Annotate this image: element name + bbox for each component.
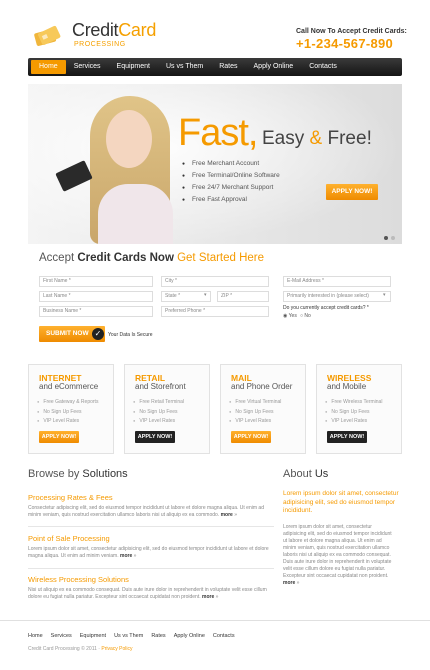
first-name-field[interactable]: First Name * <box>39 276 153 287</box>
service-box-mail: MAIL and Phone Order Free Virtual Termin… <box>220 364 306 454</box>
box-feature: Free Virtual Terminal <box>229 397 281 407</box>
hero-feature: Free 24/7 Merchant Support <box>182 182 280 194</box>
box-feature-list: Free Gateway & Reports No Sign Up Fees V… <box>37 397 98 426</box>
divider <box>28 526 274 527</box>
retail-apply-button[interactable]: APPLY NOW! <box>135 431 175 443</box>
form-title: Accept Credit Cards Now Get Started Here <box>39 252 265 264</box>
box-feature: VIP Level Rates <box>229 416 281 426</box>
solution-title-wireless[interactable]: Wireless Processing Solutions <box>28 575 129 584</box>
box-feature: No Sign Up Fees <box>37 407 98 417</box>
box-feature: VIP Level Rates <box>325 416 382 426</box>
footer-link-apply-online[interactable]: Apply Online <box>174 633 205 639</box>
more-link[interactable]: more <box>202 594 214 600</box>
footer-link-services[interactable]: Services <box>51 633 72 639</box>
box-feature-list: Free Virtual Terminal No Sign Up Fees VI… <box>229 397 281 426</box>
hero-feature: Free Terminal/Online Software <box>182 170 280 182</box>
copyright: Credit Card Processing © 2011 · Privacy … <box>28 646 133 652</box>
hero-photo-face <box>106 110 152 168</box>
hero-headline-fast: Fast, <box>178 112 258 154</box>
hero-feature: Free Merchant Account <box>182 158 280 170</box>
interest-select[interactable]: Primarily interested in (please select) <box>283 291 391 302</box>
zip-field[interactable]: ZIP * <box>217 291 269 302</box>
nav-us-vs-them[interactable]: Us vs Them <box>158 60 211 74</box>
box-feature: No Sign Up Fees <box>325 407 382 417</box>
chevron-down-icon: ▾ <box>383 292 386 298</box>
hero-photo-body <box>98 184 173 244</box>
footer-link-contacts[interactable]: Contacts <box>213 633 235 639</box>
service-box-retail: RETAIL and Storefront Free Retail Termin… <box>124 364 210 454</box>
nav-rates[interactable]: Rates <box>211 60 245 74</box>
nav-contacts[interactable]: Contacts <box>301 60 345 74</box>
box-feature: VIP Level Rates <box>37 416 98 426</box>
nav-equipment[interactable]: Equipment <box>109 60 158 74</box>
solution-text: Nisi ut aliquip ex ea commodo consequat.… <box>28 587 267 600</box>
more-link[interactable]: more <box>221 512 233 518</box>
service-box-wireless: WIRELESS and Mobile Free Wireless Termin… <box>316 364 402 454</box>
footer-link-rates[interactable]: Rates <box>151 633 165 639</box>
box-feature-list: Free Wireless Terminal No Sign Up Fees V… <box>325 397 382 426</box>
last-name-field[interactable]: Last Name * <box>39 291 153 302</box>
logo-title[interactable]: CreditCard <box>72 20 156 41</box>
service-box-internet: INTERNET and eCommerce Free Gateway & Re… <box>28 364 114 454</box>
internet-apply-button[interactable]: APPLY NOW! <box>39 431 79 443</box>
radio-yes[interactable]: ◉ Yes <box>283 313 297 319</box>
box-feature: No Sign Up Fees <box>133 407 184 417</box>
footer-link-home[interactable]: Home <box>28 633 43 639</box>
nav-apply-online[interactable]: Apply Online <box>246 60 302 74</box>
about-text: Lorem ipsum dolor sit amet, consectetur … <box>283 524 392 586</box>
hero-apply-button[interactable]: APPLY NOW! <box>326 184 378 200</box>
secure-label: Your Data Is Secure <box>108 332 153 338</box>
solution-text: Consectetur adipiscing elit, sed do eius… <box>28 505 264 518</box>
box-feature: No Sign Up Fees <box>229 407 281 417</box>
box-feature: Free Retail Terminal <box>133 397 184 407</box>
box-subtitle: and eCommerce <box>39 382 99 391</box>
box-subtitle: and Phone Order <box>231 382 293 391</box>
wireless-apply-button[interactable]: APPLY NOW! <box>327 431 367 443</box>
footer-nav: Home Services Equipment Us vs Them Rates… <box>28 633 243 639</box>
checkmark-icon: ✓ <box>92 328 104 340</box>
chevron-down-icon: ▾ <box>204 292 207 298</box>
accept-cards-question: Do you currently accept credit cards? * <box>283 305 369 311</box>
hero-headline-rest: Easy & Free! <box>262 128 372 149</box>
solutions-heading: Browse by Solutions <box>28 468 128 480</box>
solution-title-pos[interactable]: Point of Sale Processing <box>28 534 110 543</box>
privacy-link[interactable]: Privacy Policy <box>101 646 132 652</box>
hero-feature-list: Free Merchant Account Free Terminal/Onli… <box>182 158 280 206</box>
logo-card-icon <box>33 25 63 49</box>
slider-dot-1[interactable] <box>384 236 388 240</box>
box-feature: Free Gateway & Reports <box>37 397 98 407</box>
mail-apply-button[interactable]: APPLY NOW! <box>231 431 271 443</box>
radio-no[interactable]: ○ No <box>300 313 311 319</box>
about-lead: Lorem ipsum dolor sit amet, consectetur … <box>283 490 399 514</box>
box-feature-list: Free Retail Terminal No Sign Up Fees VIP… <box>133 397 184 426</box>
box-subtitle: and Mobile <box>327 382 367 391</box>
footer-divider <box>0 620 430 621</box>
about-heading: About Us <box>283 468 329 480</box>
nav-services[interactable]: Services <box>66 60 109 74</box>
phone-number: +1-234-567-890 <box>296 36 394 51</box>
logo-subtitle: PROCESSING <box>74 41 126 48</box>
more-link[interactable]: more <box>120 553 132 559</box>
solution-title-rates[interactable]: Processing Rates & Fees <box>28 493 113 502</box>
business-name-field[interactable]: Business Name * <box>39 306 153 317</box>
nav-home[interactable]: Home <box>31 60 66 74</box>
box-feature: VIP Level Rates <box>133 416 184 426</box>
call-label: Call Now To Accept Credit Cards: <box>296 28 407 35</box>
main-nav: Home Services Equipment Us vs Them Rates… <box>28 58 402 76</box>
email-field[interactable]: E-Mail Address * <box>283 276 391 287</box>
footer-link-us-vs-them[interactable]: Us vs Them <box>114 633 143 639</box>
preferred-phone-field[interactable]: Preferred Phone * <box>161 306 269 317</box>
radio-no-label: No <box>304 313 311 319</box>
radio-yes-label: Yes <box>288 313 297 319</box>
solution-text: Lorem ipsum dolor sit amet, consectetur … <box>28 546 269 559</box>
divider <box>28 568 274 569</box>
box-subtitle: and Storefront <box>135 382 186 391</box>
footer-link-equipment[interactable]: Equipment <box>80 633 106 639</box>
city-field[interactable]: City * <box>161 276 269 287</box>
box-feature: Free Wireless Terminal <box>325 397 382 407</box>
more-link[interactable]: more <box>283 580 295 586</box>
slider-dot-2[interactable] <box>391 236 395 240</box>
hero-feature: Free Fast Approval <box>182 194 280 206</box>
